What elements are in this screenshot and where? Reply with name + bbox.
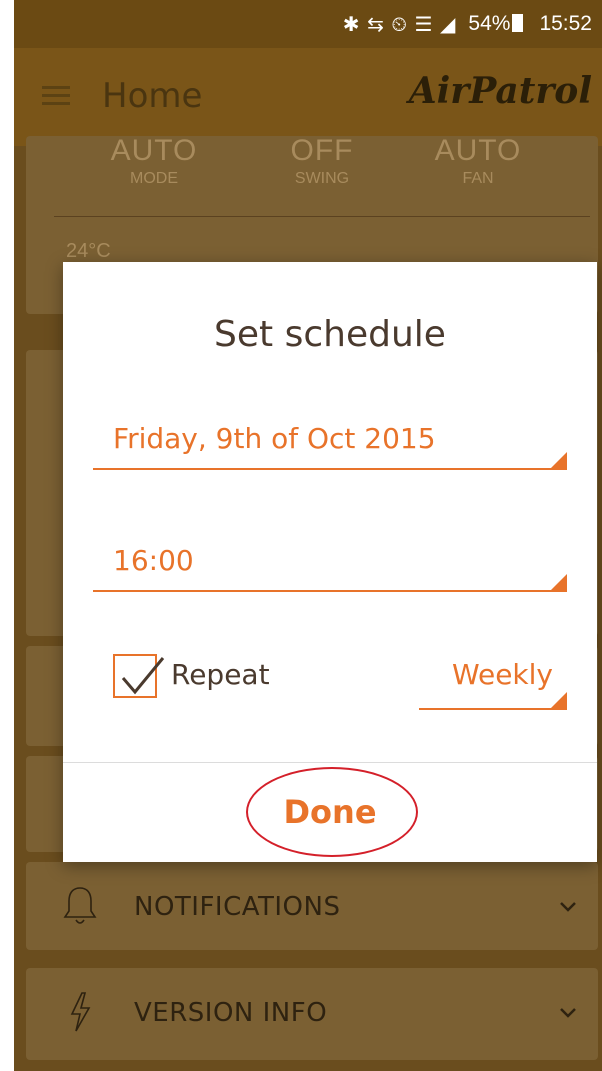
done-highlight-ring	[246, 767, 418, 857]
time-picker[interactable]: 16:00	[93, 538, 567, 592]
bell-icon	[63, 887, 97, 924]
dialog-title: Set schedule	[214, 314, 446, 355]
mode-row: AUTO MODE OFF SWING AUTO FAN	[26, 136, 598, 226]
page-title: Home	[102, 76, 203, 116]
set-schedule-dialog: Set schedule Friday, 9th of Oct 2015 16:…	[63, 262, 597, 862]
notifications-label: NOTIFICATIONS	[134, 892, 341, 922]
dropdown-corner-icon	[551, 692, 567, 708]
temperature-readout: 24°C	[66, 240, 111, 262]
chevron-down-icon	[560, 902, 576, 912]
frequency-dropdown[interactable]: Weekly	[419, 658, 567, 710]
app-bar: Home AirPatrol	[14, 48, 602, 146]
time-value: 16:00	[113, 544, 194, 577]
fan-value: AUTO	[434, 134, 522, 167]
checkmark-icon	[121, 657, 165, 695]
repeat-label: Repeat	[171, 658, 270, 691]
frequency-value: Weekly	[451, 658, 553, 691]
menu-icon[interactable]	[42, 86, 70, 106]
battery-icon	[512, 14, 524, 32]
notifications-row[interactable]: NOTIFICATIONS	[26, 862, 598, 950]
dropdown-corner-icon	[551, 574, 567, 590]
date-value: Friday, 9th of Oct 2015	[113, 422, 436, 455]
clock: 15:52	[539, 12, 592, 35]
chevron-down-icon	[560, 1008, 576, 1018]
card-divider	[54, 216, 590, 217]
status-bar: ✱ ⇆ ⏲ ☰ ◢ 54% 15:52	[14, 0, 602, 48]
swing-value: OFF	[290, 134, 354, 167]
swing-label: SWING	[294, 170, 350, 187]
mode-value: AUTO	[110, 134, 198, 167]
version-info-label: VERSION INFO	[134, 998, 328, 1028]
battery-percent: 54%	[468, 12, 511, 35]
mode-label: MODE	[130, 170, 178, 187]
lightning-icon	[70, 992, 91, 1032]
repeat-checkbox[interactable]	[113, 654, 165, 698]
battery-level: 54%	[468, 12, 527, 36]
swing-column: OFF SWING	[262, 136, 382, 188]
app-screen: ✱ ⇆ ⏲ ☰ ◢ 54% 15:52 Home AirPatrol AUTO …	[14, 0, 602, 1071]
status-icons: ✱ ⇆ ⏲ ☰ ◢	[342, 13, 457, 36]
fan-column: AUTO FAN	[418, 136, 538, 188]
date-picker[interactable]: Friday, 9th of Oct 2015	[93, 416, 567, 470]
mode-column: AUTO MODE	[94, 136, 214, 188]
dropdown-corner-icon	[551, 452, 567, 468]
version-info-row[interactable]: VERSION INFO	[26, 968, 598, 1060]
fan-label: FAN	[462, 170, 494, 187]
brand-logo: AirPatrol	[408, 70, 592, 112]
